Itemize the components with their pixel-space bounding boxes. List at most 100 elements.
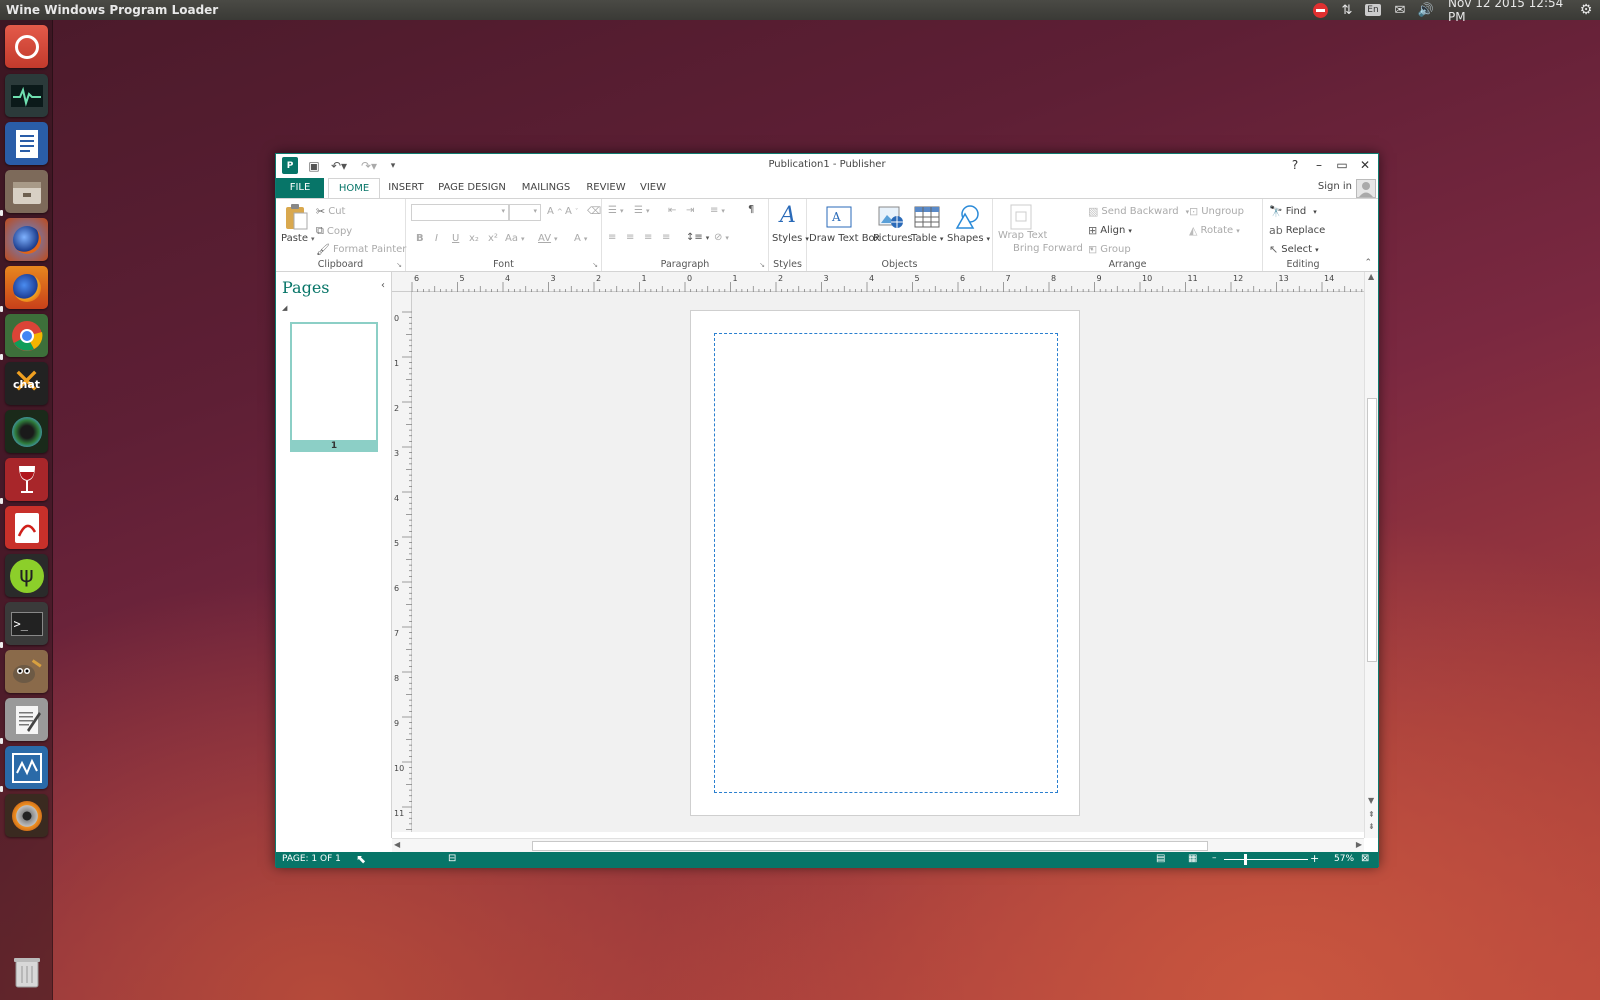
bullets-icon[interactable]: ☰ ▾ (608, 205, 623, 216)
workspace-icon[interactable] (5, 746, 48, 789)
next-page-icon[interactable]: ⇟ (1368, 822, 1375, 831)
draw-text-box-button[interactable]: Draw Text Box (809, 233, 880, 244)
no-entry-icon[interactable] (1310, 0, 1330, 20)
align-right-icon[interactable]: ≡ (644, 232, 652, 243)
firefox-icon[interactable] (5, 266, 48, 309)
dialog-launcher-icon[interactable]: ↘ (592, 261, 598, 269)
format-painter-button[interactable]: 🖌 Format Painter (316, 243, 406, 256)
numbering-icon[interactable]: ☰ ▾ (634, 205, 649, 216)
keyboard-layout-indicator[interactable]: En (1363, 0, 1383, 20)
wine-icon[interactable] (5, 458, 48, 501)
minimize-icon[interactable]: – (1308, 156, 1330, 174)
shapes-icon[interactable] (953, 203, 981, 231)
cursor-position-icon[interactable]: ⬉ (356, 852, 366, 866)
wrap-text-button[interactable]: Wrap Text (998, 230, 1047, 240)
terminal-icon[interactable]: >_ (5, 602, 48, 645)
previous-page-icon[interactable]: ⇞ (1368, 810, 1375, 819)
disk-burner-icon[interactable] (5, 794, 48, 837)
scroll-right-icon[interactable]: ▶ (1356, 840, 1362, 849)
decrease-indent-icon[interactable]: ⇤ (668, 205, 676, 216)
dialog-launcher-icon[interactable]: ↘ (396, 261, 402, 269)
shrink-font-icon[interactable]: Aˇ (565, 206, 578, 217)
scroll-down-icon[interactable]: ▼ (1368, 796, 1374, 805)
align-button[interactable]: ⊞ Align ▾ (1088, 224, 1132, 237)
find-button[interactable]: 🔭 Find ▾ (1269, 205, 1317, 218)
network-icon[interactable]: ⇅ (1337, 0, 1357, 20)
columns-icon[interactable]: ≡ ▾ (710, 205, 725, 216)
evince-icon[interactable] (5, 506, 48, 549)
paste-icon[interactable] (282, 203, 310, 231)
system-monitor-icon[interactable] (5, 74, 48, 117)
table-icon[interactable] (913, 203, 941, 231)
workspace[interactable] (412, 292, 1364, 832)
gear-icon[interactable]: ⚙ (1576, 0, 1596, 20)
grow-font-icon[interactable]: A ^ (547, 206, 563, 217)
group-button[interactable]: ⊡ Group (1088, 243, 1131, 256)
trash-icon[interactable] (5, 950, 48, 993)
cut-button[interactable]: ✂ Cut (316, 205, 345, 218)
paste-button[interactable]: Paste ▾ (281, 233, 315, 244)
subscript-button[interactable]: x₂ (469, 233, 479, 244)
dialog-launcher-icon[interactable]: ↘ (759, 261, 765, 269)
sign-in-link[interactable]: Sign in (1318, 181, 1352, 192)
xchat-icon[interactable]: ✕ chat (5, 362, 48, 405)
text-box-icon[interactable]: A (825, 203, 853, 231)
send-backward-button[interactable]: ▧ Send Backward ▾ (1088, 205, 1189, 218)
files-icon[interactable] (5, 170, 48, 213)
bold-button[interactable]: B (416, 233, 424, 244)
show-marks-button[interactable]: ¶ (748, 204, 754, 215)
vertical-ruler[interactable]: 0 1 2 3 4 5 6 7 8 9 10 11 (392, 292, 412, 832)
styles-button[interactable]: Styles ▾ (772, 233, 809, 244)
pictures-icon[interactable] (877, 203, 905, 231)
single-page-view-icon[interactable]: ▤ (1156, 853, 1165, 864)
align-left-icon[interactable]: ≡ (608, 232, 616, 243)
page-indicator[interactable]: PAGE: 1 OF 1 (282, 854, 341, 864)
tab-insert[interactable]: INSERT (384, 178, 428, 198)
rotate-button[interactable]: ◭ Rotate ▾ (1189, 224, 1240, 237)
tab-page-design[interactable]: PAGE DESIGN (434, 178, 510, 198)
maximize-icon[interactable]: ▭ (1331, 156, 1353, 174)
zoom-slider[interactable] (1224, 859, 1308, 860)
chrome-icon[interactable] (5, 314, 48, 357)
volume-icon[interactable]: 🔊 (1416, 0, 1436, 20)
scroll-up-icon[interactable]: ▲ (1368, 272, 1374, 281)
tab-file[interactable]: FILE (276, 178, 324, 198)
object-size-icon[interactable]: ⊟ (448, 853, 456, 864)
clock[interactable]: Nov 12 2015 12:54 PM (1448, 0, 1572, 24)
font-color-button[interactable]: A ▾ (574, 233, 587, 244)
horizontal-scrollbar[interactable]: ◀ ▶ (392, 838, 1364, 852)
tab-review[interactable]: REVIEW (582, 178, 630, 198)
mail-icon[interactable]: ✉ (1390, 0, 1410, 20)
horizontal-scroll-thumb[interactable] (532, 841, 1208, 851)
zoom-in-icon[interactable]: + (1310, 852, 1319, 865)
styles-icon[interactable]: A (774, 201, 802, 229)
underline-button[interactable]: U (452, 233, 459, 244)
line-spacing-icon[interactable]: ↕≡ ▾ (686, 232, 709, 243)
close-icon[interactable]: ✕ (1354, 156, 1376, 174)
libreoffice-writer-icon[interactable] (5, 122, 48, 165)
italic-button[interactable]: I (435, 233, 438, 244)
copy-button[interactable]: ⧉ Copy (316, 224, 352, 238)
bring-forward-button[interactable]: Bring Forward ▾ (1013, 243, 1093, 254)
vertical-scrollbar[interactable]: ▲ ▼ ⇞ ⇟ (1364, 272, 1378, 838)
fit-page-icon[interactable]: ⊠ (1361, 853, 1369, 864)
ubuntu-dash-icon[interactable] (5, 25, 48, 68)
zoom-level[interactable]: 57% (1334, 854, 1354, 864)
two-page-view-icon[interactable]: ▦ (1188, 853, 1197, 864)
publication-page[interactable] (690, 310, 1080, 816)
increase-indent-icon[interactable]: ⇥ (686, 205, 694, 216)
vlc-icon[interactable] (5, 410, 48, 453)
ungroup-button[interactable]: ⊡ Ungroup (1189, 205, 1244, 218)
zoom-out-icon[interactable]: – (1212, 853, 1217, 863)
font-name-select[interactable]: ▾ (411, 204, 509, 221)
avatar[interactable] (1356, 179, 1376, 198)
align-center-icon[interactable]: ≡ (626, 232, 634, 243)
paragraph-shading-icon[interactable]: ⊘ ▾ (714, 232, 729, 243)
usb-creator-icon[interactable]: ψ (5, 554, 48, 597)
section-expander-icon[interactable]: ◢ (282, 304, 287, 312)
help-button[interactable]: ? (1284, 156, 1306, 174)
justify-icon[interactable]: ≡ (662, 232, 670, 243)
character-spacing-button[interactable]: AV ▾ (538, 233, 558, 244)
zoom-slider-handle[interactable] (1244, 854, 1247, 865)
wrap-text-icon[interactable] (1007, 203, 1035, 231)
